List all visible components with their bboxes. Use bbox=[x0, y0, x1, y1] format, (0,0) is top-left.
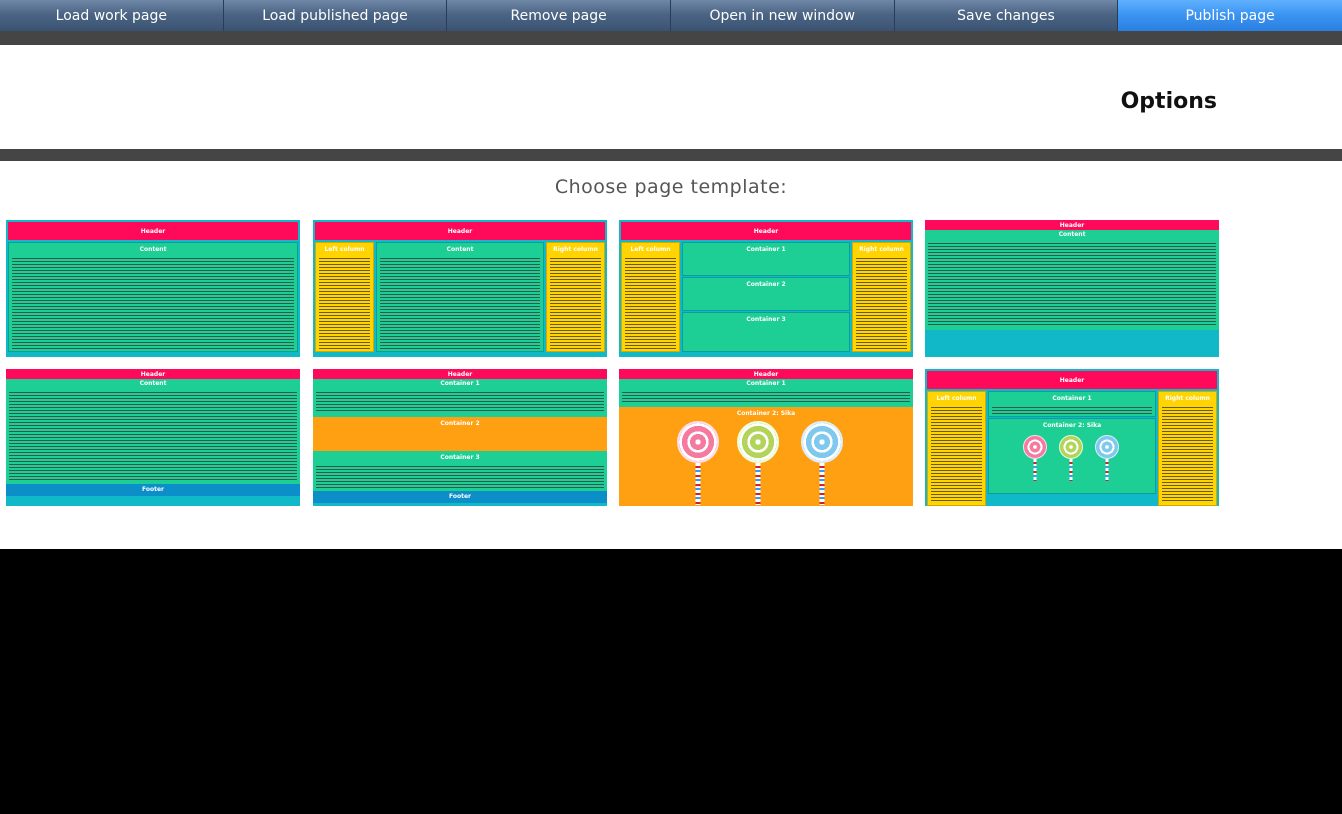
template-left-column-label: Left column bbox=[630, 246, 671, 253]
template-content-label: Content bbox=[139, 246, 167, 253]
template-container-2-sika-label: Container 2: Sika bbox=[736, 410, 796, 417]
template-container-3: Container 3 bbox=[313, 451, 607, 491]
lollipop-green-image bbox=[737, 421, 779, 505]
template-content: Content bbox=[925, 230, 1219, 330]
template-container-2-label: Container 2 bbox=[746, 281, 786, 288]
lollipop-blue-image bbox=[801, 421, 843, 505]
template-placeholder-text bbox=[622, 391, 910, 403]
template-placeholder-text bbox=[380, 257, 540, 349]
template-placeholder-text bbox=[931, 406, 982, 503]
template-left-column: Left column bbox=[927, 391, 986, 506]
lollipop-pink-image bbox=[677, 421, 719, 505]
template-chooser-title: Choose page template: bbox=[554, 176, 788, 198]
save-changes-button[interactable]: Save changes bbox=[894, 0, 1119, 31]
template-header: Header bbox=[8, 222, 298, 240]
template-header: Header bbox=[621, 222, 911, 240]
template-header: Header bbox=[925, 220, 1219, 230]
open-in-new-window-button[interactable]: Open in new window bbox=[670, 0, 895, 31]
template-content-label: Content bbox=[139, 380, 167, 387]
template-header-content[interactable]: Header Content bbox=[6, 220, 300, 357]
template-content: Content bbox=[376, 242, 544, 352]
template-placeholder-text bbox=[1162, 406, 1213, 503]
template-container-1: Container 1 bbox=[682, 242, 850, 276]
template-content-label: Content bbox=[446, 246, 474, 253]
template-right-column: Right column bbox=[546, 242, 605, 352]
template-container-1-label: Container 1 bbox=[440, 380, 480, 387]
template-placeholder-text bbox=[316, 465, 604, 489]
template-placeholder-text bbox=[12, 257, 294, 349]
template-container-2-sika-label: Container 2: Sika bbox=[1042, 422, 1102, 429]
template-container-1-label: Container 1 bbox=[1052, 395, 1092, 402]
template-container-2: Container 2 bbox=[313, 417, 607, 451]
template-content: Content bbox=[8, 242, 298, 352]
template-right-column-label: Right column bbox=[859, 246, 904, 253]
publish-page-button[interactable]: Publish page bbox=[1118, 0, 1342, 31]
template-placeholder-text bbox=[625, 257, 676, 349]
template-placeholder-text bbox=[550, 257, 601, 349]
template-sika-fullwidth[interactable]: Header Container 1 Container 2: Sika bbox=[619, 369, 913, 506]
lollipop-green-image bbox=[1059, 435, 1083, 485]
template-placeholder-text bbox=[316, 391, 604, 413]
template-right-column-label: Right column bbox=[1165, 395, 1210, 402]
template-right-column: Right column bbox=[1158, 391, 1217, 506]
template-container-1: Container 1 bbox=[619, 379, 913, 407]
template-left-column-label: Left column bbox=[324, 246, 365, 253]
template-container-1: Container 1 bbox=[988, 391, 1156, 417]
template-compact-content[interactable]: Header Content bbox=[925, 220, 1219, 357]
template-content-label: Content bbox=[1058, 231, 1086, 238]
template-container-1: Container 1 bbox=[313, 379, 607, 417]
load-work-page-button[interactable]: Load work page bbox=[0, 0, 224, 31]
template-container-3-label: Container 3 bbox=[440, 454, 480, 461]
load-published-page-button[interactable]: Load published page bbox=[223, 0, 448, 31]
template-left-column: Left column bbox=[315, 242, 374, 352]
template-footer-label: Footer bbox=[142, 486, 164, 493]
template-placeholder-text bbox=[992, 406, 1152, 414]
template-container-3: Container 3 bbox=[682, 312, 850, 352]
template-container-2: Container 2 bbox=[682, 277, 850, 311]
template-right-column-label: Right column bbox=[553, 246, 598, 253]
options-panel: Options bbox=[0, 45, 1342, 149]
template-container-2-sika: Container 2: Sika bbox=[619, 407, 913, 506]
template-header: Header bbox=[619, 369, 913, 379]
lollipop-pink-image bbox=[1023, 435, 1047, 485]
template-content-footer[interactable]: Header Content Footer bbox=[6, 369, 300, 506]
template-container-1-label: Container 1 bbox=[746, 246, 786, 253]
template-three-column[interactable]: Header Left column Content Right column bbox=[313, 220, 607, 357]
template-container-3-label: Container 3 bbox=[746, 316, 786, 323]
template-placeholder-text bbox=[856, 257, 907, 349]
template-right-column: Right column bbox=[852, 242, 911, 352]
remove-page-button[interactable]: Remove page bbox=[447, 0, 671, 31]
template-container-2-label: Container 2 bbox=[440, 420, 480, 427]
template-container-1-label: Container 1 bbox=[746, 380, 786, 387]
template-header: Header bbox=[315, 222, 605, 240]
template-stacked-containers[interactable]: Header Container 1 Container 2 Container… bbox=[313, 369, 607, 506]
template-footer: Footer bbox=[313, 491, 607, 503]
template-left-column-label: Left column bbox=[936, 395, 977, 402]
template-header: Header bbox=[927, 371, 1217, 389]
template-footer: Footer bbox=[6, 484, 300, 496]
template-left-column: Left column bbox=[621, 242, 680, 352]
template-chooser: Choose page template: Header Content Hea… bbox=[0, 161, 1342, 549]
section-divider bbox=[0, 149, 1342, 161]
template-footer-label: Footer bbox=[449, 493, 471, 500]
template-content: Content bbox=[6, 379, 300, 484]
toolbar: Load work page Load published page Remov… bbox=[0, 0, 1342, 31]
template-sika-columns[interactable]: Header Left column Container 1 Container… bbox=[925, 369, 1219, 506]
template-header: Header bbox=[6, 369, 300, 379]
template-placeholder-text bbox=[928, 242, 1216, 326]
template-placeholder-text bbox=[319, 257, 370, 349]
template-header: Header bbox=[313, 369, 607, 379]
template-three-containers[interactable]: Header Left column Container 1 Container… bbox=[619, 220, 913, 357]
options-title: Options bbox=[1120, 89, 1217, 114]
lollipop-blue-image bbox=[1095, 435, 1119, 485]
template-container-2-sika: Container 2: Sika bbox=[988, 418, 1156, 494]
template-placeholder-text bbox=[9, 391, 297, 480]
toolbar-divider bbox=[0, 31, 1342, 45]
